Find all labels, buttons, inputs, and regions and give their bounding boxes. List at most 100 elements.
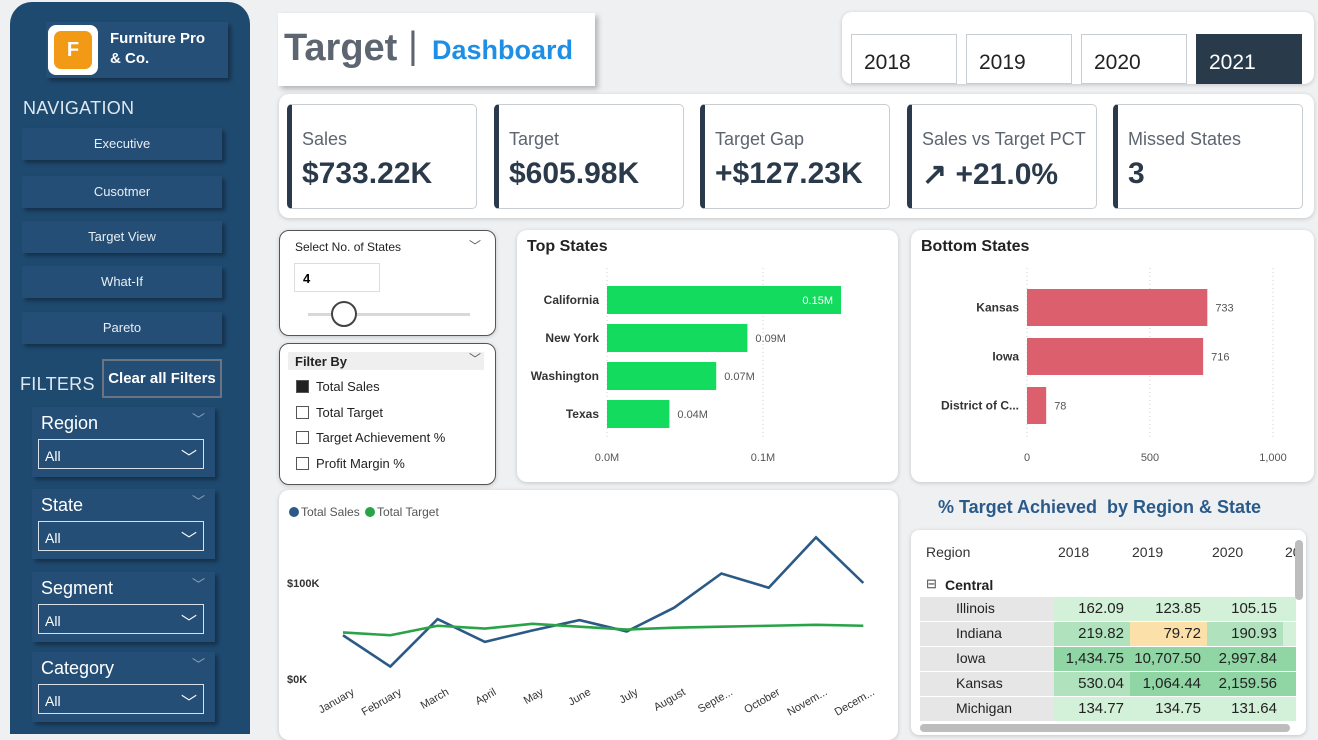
matrix-header-2020: 2020	[1212, 544, 1244, 560]
matrix-cell: 1,434.75	[1054, 647, 1130, 671]
target-matrix: Region 2018 2019 2020 20 ⊟ Central Illin…	[920, 538, 1296, 732]
option-total-target[interactable]: Total Target	[296, 405, 383, 420]
chevron-down-icon: ﹀	[180, 615, 197, 632]
year-2020-button[interactable]: 2020	[1081, 34, 1187, 84]
sidebar: F Furniture Pro & Co. NAVIGATION Executi…	[10, 2, 250, 734]
chevron-down-icon[interactable]: ﹀	[192, 574, 205, 593]
matrix-cell: 219.82	[1054, 622, 1130, 646]
state-dropdown[interactable]: All ﹀	[38, 521, 204, 551]
data-label: 78	[1054, 401, 1066, 413]
x-tick-label: 0.1M	[751, 452, 775, 464]
chevron-down-icon: ﹀	[180, 532, 197, 549]
state-filter: State ﹀ All ﹀	[32, 489, 215, 559]
option-target-achievement[interactable]: Target Achievement %	[296, 430, 445, 445]
bar	[1027, 289, 1208, 326]
top-states-card: Top States 0.0M 0.1M California 0.15M New Yo…	[517, 230, 898, 482]
matrix-cell: 162.09	[1054, 597, 1130, 621]
year-2019-button[interactable]: 2019	[966, 34, 1072, 84]
states-count-input[interactable]: 4	[294, 263, 380, 292]
states-slider-card: Select No. of States ﹀ 4	[279, 230, 496, 336]
horizontal-scrollbar[interactable]	[920, 724, 1290, 732]
category-label: Iowa	[992, 350, 1019, 364]
matrix-row: Kansas530.041,064.442,159.563	[920, 672, 1296, 696]
checkbox[interactable]	[296, 406, 309, 419]
clear-filters-button[interactable]: Clear all Filters	[102, 359, 222, 398]
data-label: 733	[1215, 303, 1233, 315]
kpi-target-gap: Target Gap +$127.23K	[700, 104, 890, 209]
legend-label: Total Target	[377, 505, 439, 519]
data-label: 716	[1211, 352, 1229, 364]
y-tick-label: $0K	[287, 674, 307, 686]
matrix-row: Michigan 134.77 134.75 131.64	[920, 697, 1296, 721]
matrix-state-label: Iowa	[920, 647, 1054, 671]
matrix-header-region: Region	[926, 544, 971, 560]
nav-target-view[interactable]: Target View	[22, 221, 222, 253]
brand-logo: F Furniture Pro & Co.	[46, 22, 228, 78]
navigation-title: NAVIGATION	[23, 98, 135, 118]
option-total-sales[interactable]: Total Sales	[296, 379, 380, 394]
x-tick-label: Decem...	[833, 686, 877, 718]
nav-customer[interactable]: Cusotmer	[22, 176, 222, 208]
matrix-state-label: Kansas	[920, 672, 1054, 696]
x-tick-label: October	[742, 686, 782, 716]
legend-marker	[365, 507, 375, 517]
category-dropdown[interactable]: All ﹀	[38, 684, 204, 714]
collapse-icon[interactable]: ⊟	[926, 576, 937, 592]
nav-pareto[interactable]: Pareto	[22, 312, 222, 344]
segment-dropdown[interactable]: All ﹀	[38, 604, 204, 634]
nav-executive[interactable]: Executive	[22, 128, 222, 160]
checkbox[interactable]	[296, 457, 309, 470]
matrix-group-central: Central	[945, 577, 994, 593]
matrix-cell: 105.15	[1207, 597, 1283, 621]
chevron-down-icon[interactable]: ﹀	[192, 654, 205, 673]
bar	[1027, 338, 1204, 375]
nav-what-if[interactable]: What-If	[22, 266, 222, 298]
x-tick-label: June	[566, 686, 593, 708]
category-label: Kansas	[976, 301, 1019, 315]
x-tick-label: 500	[1141, 452, 1159, 464]
state-filter-label: State	[41, 495, 84, 515]
matrix-cell	[1283, 622, 1296, 646]
matrix-cell: 530.04	[1054, 672, 1130, 696]
year-2021-button[interactable]: 2021	[1196, 34, 1302, 84]
x-tick-label: July	[617, 686, 640, 706]
bar	[607, 324, 748, 352]
matrix-header-2019: 2019	[1132, 544, 1164, 560]
brand-icon: F	[48, 25, 98, 75]
matrix-cell: 10,707.50	[1130, 647, 1207, 671]
matrix-state-label: Indiana	[920, 622, 1054, 646]
checkbox-checked[interactable]	[296, 380, 309, 393]
x-tick-label: 0.0M	[595, 452, 619, 464]
x-tick-label: March	[419, 686, 451, 712]
bottom-states-chart: 0 500 1,000 Kansas 733 Iowa 716 District of C..…	[941, 268, 1287, 464]
chevron-down-icon[interactable]: ﹀	[469, 237, 481, 254]
chevron-down-icon[interactable]: ﹀	[192, 491, 205, 510]
series-line	[342, 535, 865, 669]
matrix-state-label: Illinois	[920, 597, 1054, 621]
segment-filter: Segment ﹀ All ﹀	[32, 572, 215, 642]
category-filter: Category ﹀ All ﹀	[32, 652, 215, 722]
matrix-title: % Target Achieved by Region & State	[938, 497, 1262, 517]
brand-name: Furniture Pro & Co.	[110, 30, 206, 67]
states-slider-label: Select No. of States	[295, 240, 402, 254]
matrix-cell: 2,997.84	[1207, 647, 1283, 671]
x-tick-label: February	[360, 686, 405, 719]
region-dropdown[interactable]: All ﹀	[38, 439, 204, 469]
slider-handle[interactable]	[331, 301, 357, 327]
matrix-cell: 3	[1283, 672, 1296, 696]
y-tick-label: $100K	[287, 578, 319, 590]
chevron-down-icon[interactable]: ﹀	[469, 350, 481, 367]
matrix-row: Illinois 162.09 123.85 105.15	[920, 597, 1296, 621]
region-filter-label: Region	[41, 413, 99, 433]
checkbox[interactable]	[296, 431, 309, 444]
matrix-cell: 190.93	[1207, 622, 1283, 646]
option-profit-margin[interactable]: Profit Margin %	[296, 456, 405, 471]
data-label: 0.15M	[802, 295, 833, 307]
kpi-sales: Sales $733.22K	[287, 104, 477, 209]
data-label: 0.07M	[724, 371, 755, 383]
top-states-chart: 0.0M 0.1M California 0.15M New York 0.09M Wash…	[531, 268, 841, 464]
legend-label: Total Sales	[301, 505, 360, 519]
year-2018-button[interactable]: 2018	[851, 34, 957, 84]
vertical-scrollbar[interactable]	[1295, 540, 1303, 600]
chevron-down-icon[interactable]: ﹀	[192, 409, 205, 428]
